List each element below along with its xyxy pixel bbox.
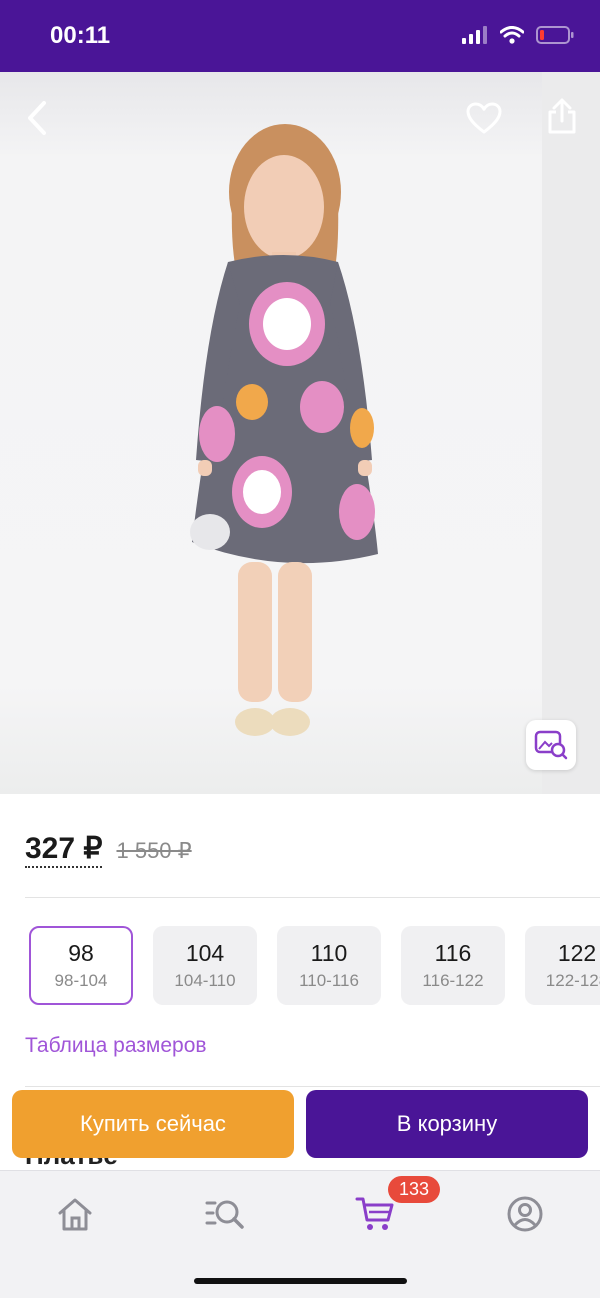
- tab-profile[interactable]: [500, 1189, 550, 1239]
- cart-icon: [355, 1197, 394, 1230]
- cart-badge: 133: [388, 1176, 441, 1203]
- divider: [25, 897, 600, 898]
- size-chip[interactable]: 122 122-128: [525, 926, 600, 1005]
- profile-icon: [507, 1196, 543, 1232]
- share-icon: [548, 98, 576, 134]
- size-chip[interactable]: 116 116-122: [401, 926, 505, 1005]
- old-price: 1 550 ₽: [116, 838, 192, 863]
- share-button[interactable]: [538, 92, 586, 140]
- size-range: 116-122: [422, 971, 484, 990]
- status-time: 00:11: [50, 22, 111, 49]
- back-button[interactable]: [14, 94, 62, 142]
- current-price[interactable]: 327 ₽: [25, 832, 103, 868]
- status-bar: 00:11: [0, 0, 600, 72]
- visual-search-button[interactable]: [526, 720, 576, 770]
- buy-now-button[interactable]: Купить сейчас: [12, 1090, 294, 1158]
- size-chip[interactable]: 98 98-104: [29, 926, 133, 1005]
- size-table-link[interactable]: Таблица размеров: [25, 1034, 207, 1058]
- home-icon: [58, 1198, 92, 1231]
- price-row: 327 ₽ 1 550 ₽: [25, 832, 192, 868]
- product-image[interactable]: [0, 72, 600, 794]
- tab-home[interactable]: [50, 1189, 100, 1239]
- visual-search-icon: [534, 730, 568, 760]
- catalog-search-icon: [205, 1200, 244, 1229]
- size-label: 98: [68, 940, 94, 966]
- size-label: 104: [185, 940, 225, 966]
- add-to-cart-button[interactable]: В корзину: [306, 1090, 588, 1158]
- size-selector: 98 98-104 104 104-110 110 110-116 116 11…: [29, 926, 600, 1005]
- size-range: 104-110: [174, 971, 236, 990]
- divider: [25, 1086, 600, 1087]
- battery-icon: [536, 26, 574, 44]
- favorite-button[interactable]: [460, 94, 508, 142]
- signal-icon: [462, 26, 487, 44]
- size-chip[interactable]: 110 110-116: [277, 926, 381, 1005]
- home-indicator[interactable]: [194, 1278, 407, 1284]
- size-label: 122: [557, 940, 597, 966]
- size-range: 122-128: [545, 971, 600, 990]
- status-icons: [462, 26, 574, 44]
- wifi-icon: [500, 26, 524, 44]
- heart-icon: [466, 102, 502, 134]
- chevron-left-icon: [28, 101, 46, 135]
- size-chip[interactable]: 104 104-110: [153, 926, 257, 1005]
- size-range: 98-104: [54, 971, 108, 990]
- size-range: 110-116: [299, 971, 359, 990]
- size-label: 116: [434, 940, 472, 966]
- product-photo: [190, 124, 378, 736]
- tab-catalog[interactable]: [200, 1189, 250, 1239]
- size-label: 110: [310, 940, 348, 966]
